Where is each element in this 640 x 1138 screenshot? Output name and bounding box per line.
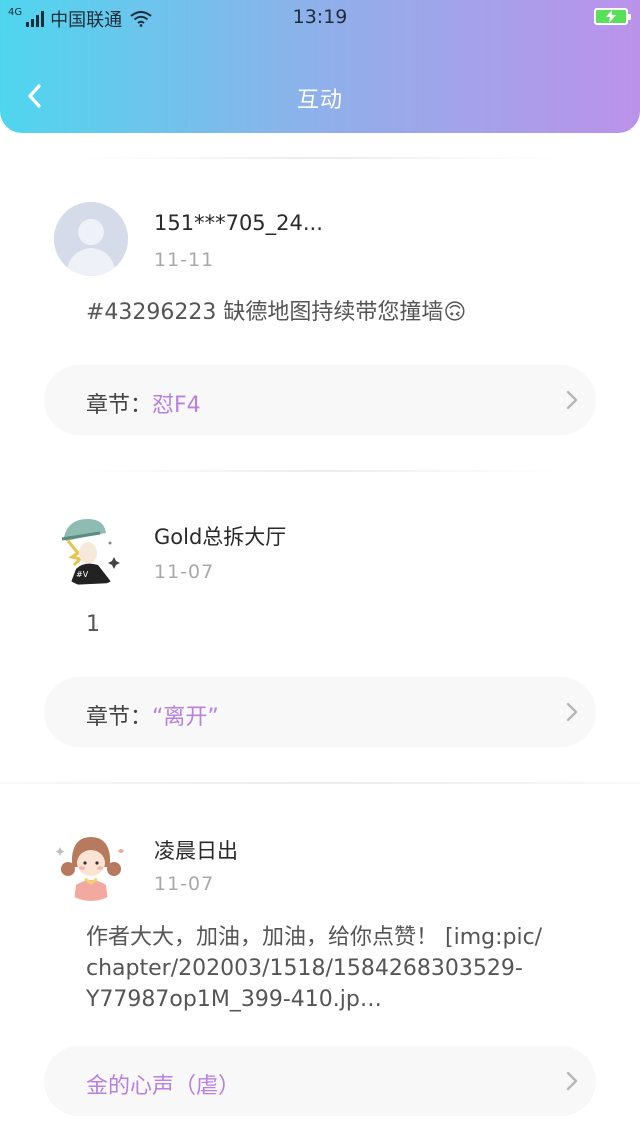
anime-avatar-icon: #V xyxy=(54,513,128,587)
username[interactable]: 151***705_24... xyxy=(154,211,323,235)
chapter-link[interactable]: 章节：“离开” xyxy=(44,677,596,747)
username[interactable]: 凌晨日出 xyxy=(154,835,238,865)
chapter-link[interactable]: 章节：怼F4 xyxy=(44,365,596,435)
chapter-prefix: 章节： xyxy=(86,393,153,418)
divider xyxy=(80,470,560,472)
avatar[interactable] xyxy=(54,202,128,276)
divider xyxy=(0,782,640,784)
header-bar: 4G 中国联通 13:19 互动 xyxy=(0,0,640,133)
post-content: 作者大大，加油，加油，给你点赞！ [img:pic/ chapter/20200… xyxy=(86,922,586,1015)
chapter-name: “离开” xyxy=(152,705,219,730)
chapter-label: 金的心声（虐） xyxy=(86,1068,240,1100)
svg-text:#V: #V xyxy=(76,570,89,579)
post-date: 11-07 xyxy=(154,561,215,583)
chapter-prefix: 章节： xyxy=(86,705,153,730)
post-content: #43296223 缺德地图持续带您撞墙🙃 xyxy=(86,300,467,325)
chevron-right-icon xyxy=(566,390,578,410)
cute-girl-avatar-icon xyxy=(54,827,128,901)
default-avatar-icon xyxy=(54,202,128,276)
battery-icon xyxy=(594,8,631,25)
divider xyxy=(80,157,560,159)
post-content: 1 xyxy=(86,612,100,637)
chapter-name: 怼F4 xyxy=(152,393,201,418)
status-bar: 4G 中国联通 13:19 xyxy=(0,0,640,34)
chapter-link[interactable]: 金的心声（虐） xyxy=(44,1046,596,1116)
post-content-line: chapter/202003/1518/1584268303529- xyxy=(86,956,523,981)
post-date: 11-07 xyxy=(154,873,215,895)
post-content-line: 作者大大，加油，加油，给你点赞！ [img:pic/ xyxy=(86,925,543,950)
post-content-line: Y77987op1M_399-410.jp… xyxy=(86,987,382,1012)
chevron-right-icon xyxy=(566,1071,578,1091)
post-date: 11-11 xyxy=(154,249,215,271)
avatar[interactable] xyxy=(54,827,128,901)
chapter-name: 金的心声（虐） xyxy=(86,1074,241,1099)
chevron-right-icon xyxy=(566,702,578,722)
username[interactable]: Gold总拆大厅 xyxy=(154,521,286,551)
chapter-label: 章节：“离开” xyxy=(86,699,219,731)
page-title: 互动 xyxy=(296,88,343,113)
chapter-label: 章节：怼F4 xyxy=(86,387,201,419)
avatar[interactable]: #V xyxy=(54,513,128,587)
status-time: 13:19 xyxy=(292,6,348,28)
